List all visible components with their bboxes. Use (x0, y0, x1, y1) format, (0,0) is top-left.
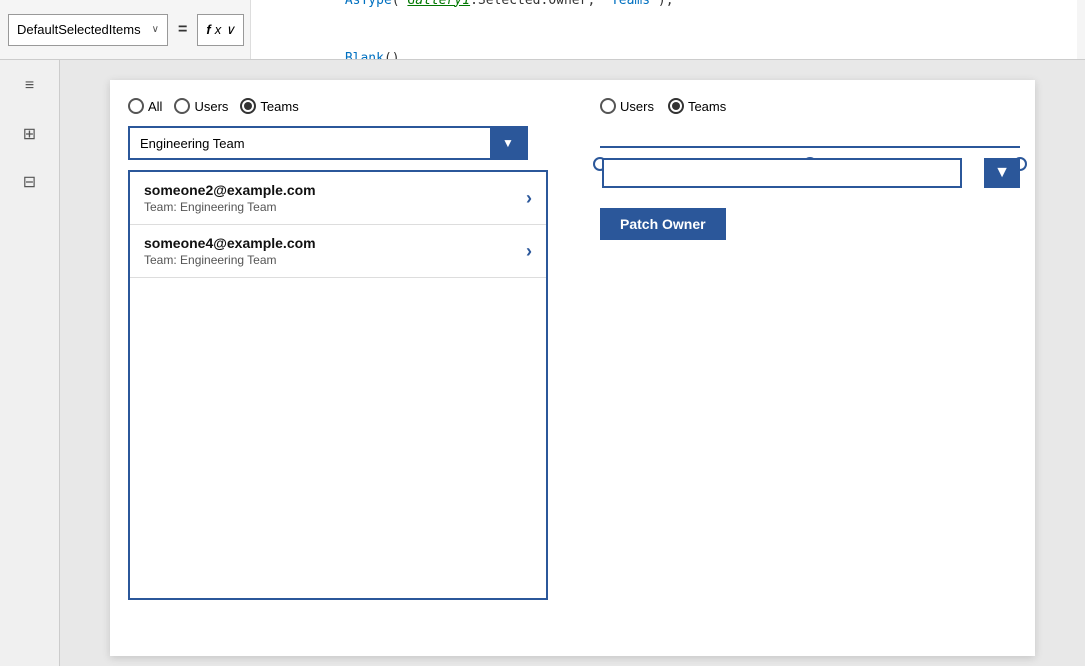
property-dropdown[interactable]: DefaultSelectedItems ∨ (8, 14, 168, 46)
property-dropdown-label: DefaultSelectedItems (17, 22, 141, 37)
radio-users-circle (174, 98, 190, 114)
radio-all-circle (128, 98, 144, 114)
fx-label: f (206, 22, 210, 37)
radio-users-label: Users (194, 99, 228, 114)
slider-chevron: ▼ (994, 164, 1010, 182)
gallery-item-team-0: Team: Engineering Team (144, 200, 316, 214)
team-dropdown-value: Engineering Team (140, 136, 245, 151)
patch-owner-button[interactable]: Patch Owner (600, 208, 726, 240)
team-dropdown-chevron[interactable]: ▼ (490, 128, 526, 158)
slider-input[interactable] (602, 158, 962, 188)
app-canvas: All Users Teams Engineering Team ▼ someo… (110, 80, 1035, 656)
gallery-item-content-0: someone2@example.com Team: Engineering T… (144, 182, 316, 214)
gallery-item-content-1: someone4@example.com Team: Engineering T… (144, 235, 316, 267)
radio-right-teams-label: Teams (688, 99, 726, 114)
radio-teams[interactable]: Teams (240, 98, 298, 114)
radio-right-teams[interactable]: Teams (668, 98, 726, 114)
radio-group-right: Users Teams (600, 98, 1005, 114)
code-line-3: Blank() (259, 30, 1069, 60)
right-panel: Users Teams ▼ Patch O (600, 98, 1005, 240)
gallery-item-email-1: someone4@example.com (144, 235, 316, 251)
slider-dropdown-button[interactable]: ▼ (984, 158, 1020, 188)
radio-users[interactable]: Users (174, 98, 228, 114)
radio-group-left: All Users Teams (128, 98, 299, 114)
sidebar-layers-icon[interactable]: ⊞ (16, 120, 44, 148)
team-dropdown[interactable]: Engineering Team ▼ (128, 126, 528, 160)
code-line-2: AsType( Gallery1.Selected.Owner, Teams )… (259, 0, 1069, 30)
property-dropdown-chevron: ∨ (152, 24, 159, 35)
radio-all[interactable]: All (128, 98, 162, 114)
gallery-item-arrow-1: › (526, 241, 532, 262)
canvas-area: All Users Teams Engineering Team ▼ someo… (60, 60, 1085, 666)
formula-code-area[interactable]: If( IsType( Gallery1.Selected.Owner, Tea… (250, 0, 1077, 59)
gallery-list: someone2@example.com Team: Engineering T… (128, 170, 548, 600)
gallery-item-arrow-0: › (526, 188, 532, 209)
gallery-item-1[interactable]: someone4@example.com Team: Engineering T… (130, 225, 546, 278)
radio-all-label: All (148, 99, 162, 114)
gallery-empty-area (130, 278, 546, 598)
gallery-item-team-1: Team: Engineering Team (144, 253, 316, 267)
sidebar-menu-icon[interactable]: ≡ (16, 72, 44, 100)
sidebar-components-icon[interactable]: ⊟ (16, 168, 44, 196)
slider-track (600, 146, 1020, 148)
fx-x: x (215, 22, 222, 37)
formula-bar: DefaultSelectedItems ∨ = fx ∨ If( IsType… (0, 0, 1085, 60)
equals-sign: = (174, 21, 191, 39)
radio-teams-circle (240, 98, 256, 114)
radio-right-users-circle (600, 98, 616, 114)
fx-button[interactable]: fx ∨ (197, 14, 243, 46)
slider-area[interactable]: ▼ (600, 128, 1020, 184)
fx-chevron: ∨ (225, 22, 235, 38)
left-sidebar: ≡ ⊞ ⊟ (0, 60, 60, 666)
radio-right-teams-circle (668, 98, 684, 114)
radio-right-users[interactable]: Users (600, 98, 654, 114)
gallery-item-email-0: someone2@example.com (144, 182, 316, 198)
radio-right-users-label: Users (620, 99, 654, 114)
gallery-item-0[interactable]: someone2@example.com Team: Engineering T… (130, 172, 546, 225)
radio-teams-label: Teams (260, 99, 298, 114)
